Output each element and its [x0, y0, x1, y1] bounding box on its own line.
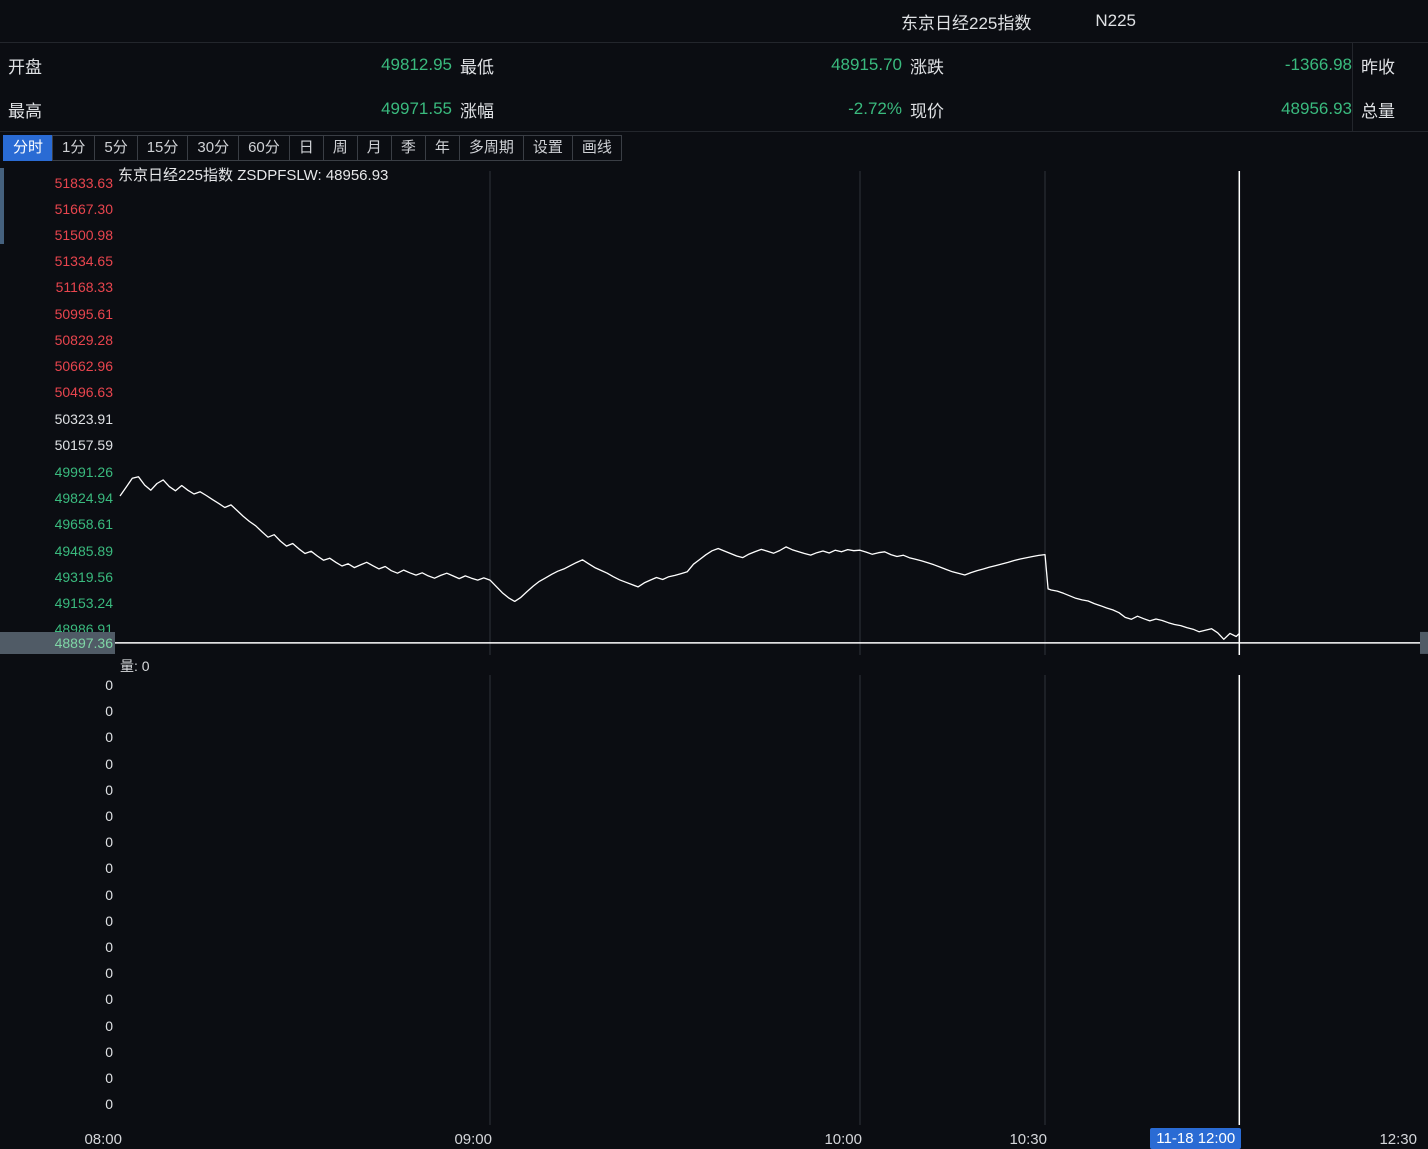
- high-value: 49971.55: [90, 87, 452, 131]
- open-label: 开盘: [0, 43, 90, 87]
- tab-15min[interactable]: 15分: [137, 135, 189, 161]
- scrollbar-thumb[interactable]: [0, 168, 4, 244]
- chart-region[interactable]: 51833.6351667.3051500.9851334.6551168.33…: [0, 163, 1428, 1149]
- quote-panel: 开盘 49812.95 最低 48915.70 涨跌 -1366.98 昨收 最…: [0, 43, 1428, 132]
- tab-5min[interactable]: 5分: [94, 135, 137, 161]
- tab-year[interactable]: 年: [425, 135, 460, 161]
- total-volume-label: 总量: [1352, 87, 1428, 131]
- high-label: 最高: [0, 87, 90, 131]
- index-symbol: N225: [1095, 11, 1136, 31]
- tab-month[interactable]: 月: [357, 135, 392, 161]
- tab-multi-period[interactable]: 多周期: [459, 135, 524, 161]
- tab-settings[interactable]: 设置: [523, 135, 573, 161]
- tab-1min[interactable]: 1分: [52, 135, 95, 161]
- last-price-label: 现价: [902, 87, 1002, 131]
- volume-indicator-label: 量: 0: [120, 656, 150, 676]
- change-pct-value: -2.72%: [552, 87, 902, 131]
- last-price-value: 48956.93: [1002, 87, 1352, 131]
- right-price-tag: [1420, 632, 1428, 654]
- tab-day[interactable]: 日: [289, 135, 324, 161]
- price-line: [120, 477, 1239, 640]
- tab-week[interactable]: 周: [323, 135, 358, 161]
- change-value: -1366.98: [1002, 43, 1352, 87]
- change-pct-label: 涨幅: [452, 87, 552, 131]
- low-label: 最低: [452, 43, 552, 87]
- open-value: 49812.95: [90, 43, 452, 87]
- index-title: 东京日经225指数: [901, 9, 1031, 34]
- prev-close-label: 昨收: [1352, 43, 1428, 87]
- tab-draw-line[interactable]: 画线: [572, 135, 622, 161]
- window-header: 东京日经225指数 N225: [0, 0, 1428, 43]
- tab-timeshare[interactable]: 分时: [3, 135, 53, 161]
- tab-quarter[interactable]: 季: [391, 135, 426, 161]
- change-label: 涨跌: [902, 43, 1002, 87]
- price-chart-svg[interactable]: [0, 163, 1428, 1149]
- tab-30min[interactable]: 30分: [187, 135, 239, 161]
- tab-60min[interactable]: 60分: [238, 135, 290, 161]
- period-tab-bar: 分时 1分 5分 15分 30分 60分 日 周 月 季 年 多周期 设置 画线: [0, 132, 1428, 163]
- low-value: 48915.70: [552, 43, 902, 87]
- chart-overlay-title: 东京日经225指数 ZSDPFSLW: 48956.93: [118, 164, 388, 185]
